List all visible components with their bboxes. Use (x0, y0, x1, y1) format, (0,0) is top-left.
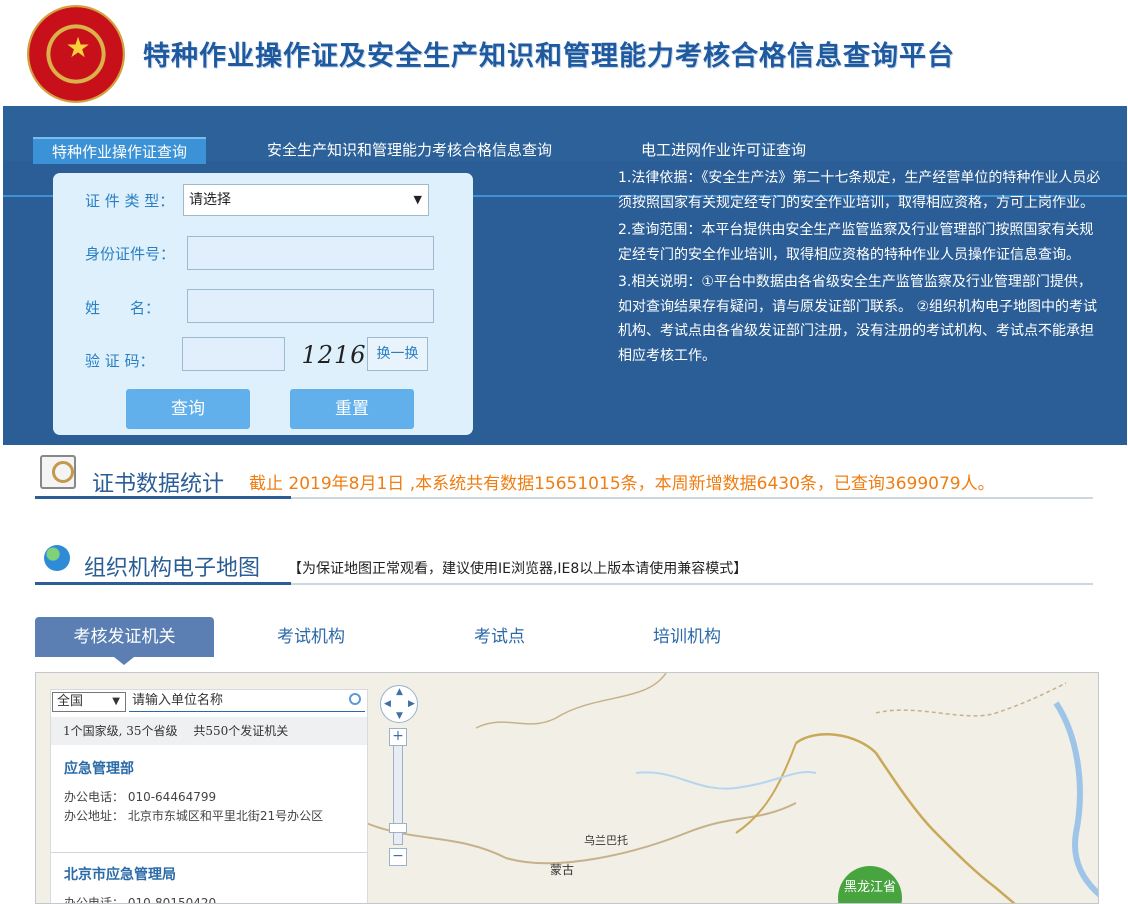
province-marker-label: 黑龙江省 (843, 880, 896, 895)
cert-type-value: 请选择 (189, 192, 231, 208)
reset-button[interactable]: 重置 (290, 389, 414, 429)
stats-section: 证书数据统计 截止 2019年8月1日 ,本系统共有数据15651015条，本周… (0, 445, 1128, 585)
org-phone: 办公电话： 010-80150420 (64, 896, 217, 904)
safety-administration-emblem-icon: ★ (27, 5, 125, 103)
list-item[interactable]: 北京市应急管理局 办公电话： 010-80150420 (64, 866, 217, 904)
org-list-panel: 全国 ▼ 请输入单位名称 1个国家级, 35个省级 共550个发证机关 应急管理… (50, 689, 368, 904)
magnifier-icon (40, 455, 76, 489)
id-number-input[interactable] (187, 236, 434, 270)
stats-summary: 截止 2019年8月1日 ,本系统共有数据15651015条，本周新增数据643… (249, 474, 995, 494)
name-label: 姓 名： (85, 299, 161, 317)
org-search-input[interactable]: 请输入单位名称 (129, 692, 365, 712)
stats-title: 证书数据统计 (92, 472, 225, 497)
org-address: 办公地址： 北京市东城区和平里北街21号办公区 (64, 809, 324, 823)
site-title: 特种作业操作证及安全生产知识和管理能力考核合格信息查询平台 (143, 41, 955, 72)
stats-divider-accent (35, 496, 291, 499)
zoom-out-button[interactable]: − (389, 848, 407, 866)
map-label-ulaanbaatar: 乌兰巴托 (584, 834, 628, 847)
tab-safety-knowledge[interactable]: 安全生产知识和管理能力考核合格信息查询 (267, 137, 552, 164)
note-legal-basis: 1.法律依据：《安全生产法》第二十七条规定，生产经营单位的特种作业人员必须按照国… (618, 170, 1101, 211)
globe-icon (44, 545, 70, 571)
pan-right-icon[interactable]: ▶ (408, 699, 415, 709)
list-divider (51, 852, 367, 853)
pan-left-icon[interactable]: ◀ (384, 699, 391, 709)
name-input[interactable] (187, 289, 434, 323)
search-icon[interactable] (349, 693, 361, 705)
tab-electrician-permit[interactable]: 电工进网作业许可证查询 (641, 137, 806, 164)
query-form: 证 件 类 型： 请选择 ▼ 身份证件号： 姓 名： 验 证 码： 1216 换… (53, 173, 473, 435)
cert-type-select[interactable]: 请选择 ▼ (183, 184, 429, 216)
org-search-placeholder: 请输入单位名称 (132, 693, 224, 708)
star-icon: ★ (65, 31, 91, 64)
map-section-title: 组织机构电子地图 (84, 556, 261, 581)
query-band: 特种作业操作证查询 安全生产知识和管理能力考核合格信息查询 电工进网作业许可证查… (3, 106, 1127, 445)
chevron-down-icon: ▼ (112, 696, 120, 707)
map-tabs: 考核发证机关 考试机构 考试点 培训机构 (35, 617, 1095, 665)
captcha-input[interactable] (182, 337, 285, 371)
map-label-mongolia: 蒙古 (550, 863, 575, 877)
chevron-down-icon: ▼ (413, 193, 422, 206)
pan-down-icon[interactable]: ▼ (396, 711, 403, 721)
query-notes: 1.法律依据：《安全生产法》第二十七条规定，生产经营单位的特种作业人员必须按照国… (618, 166, 1103, 371)
list-item[interactable]: 应急管理部 办公电话： 010-64464799 办公地址： 北京市东城区和平里… (64, 760, 323, 826)
map-divider-accent (35, 582, 291, 585)
tab-exam-site[interactable]: 考试点 (474, 617, 525, 657)
id-number-label: 身份证件号： (85, 245, 176, 263)
tab-issuing-authority[interactable]: 考核发证机关 (35, 617, 214, 665)
captcha-image: 1216 (301, 341, 367, 369)
tab-training-institution[interactable]: 培训机构 (653, 617, 721, 657)
note-query-scope: 2.查询范围：本平台提供由安全生产监管监察及行业管理部门按照国家有关规定经专门的… (618, 222, 1094, 263)
tab-special-operation[interactable]: 特种作业操作证查询 (33, 137, 207, 164)
org-phone: 办公电话： 010-64464799 (64, 790, 217, 804)
zoom-handle[interactable] (389, 823, 407, 833)
note-remarks: 3.相关说明：①平台中数据由各省级安全生产监管监察及行业管理部门提供，如对查询结… (618, 274, 1097, 364)
org-name[interactable]: 北京市应急管理局 (64, 866, 216, 885)
org-count-summary: 1个国家级, 35个省级 共550个发证机关 (51, 717, 367, 745)
pan-up-icon[interactable]: ▲ (396, 687, 403, 697)
region-value: 全国 (57, 694, 84, 709)
refresh-captcha-button[interactable]: 换一换 (367, 337, 428, 371)
org-name[interactable]: 应急管理部 (64, 760, 323, 779)
region-select[interactable]: 全国 ▼ (52, 692, 126, 712)
cert-type-label: 证 件 类 型： (85, 192, 175, 210)
map-browser-note: 【为保证地图正常观看，建议使用IE浏览器,IE8以上版本请使用兼容模式】 (288, 561, 748, 577)
tab-exam-institution[interactable]: 考试机构 (277, 617, 345, 657)
org-map[interactable]: 全国 ▼ 请输入单位名称 1个国家级, 35个省级 共550个发证机关 应急管理… (35, 672, 1099, 904)
query-tabs: 特种作业操作证查询 安全生产知识和管理能力考核合格信息查询 电工进网作业许可证查… (3, 137, 1127, 197)
site-header: ★ 特种作业操作证及安全生产知识和管理能力考核合格信息查询平台 (0, 0, 1128, 106)
search-button[interactable]: 查询 (126, 389, 250, 429)
pan-control[interactable]: ▲ ▼ ◀ ▶ (380, 685, 418, 723)
zoom-in-button[interactable]: + (389, 728, 407, 746)
captcha-label: 验 证 码： (85, 352, 155, 370)
